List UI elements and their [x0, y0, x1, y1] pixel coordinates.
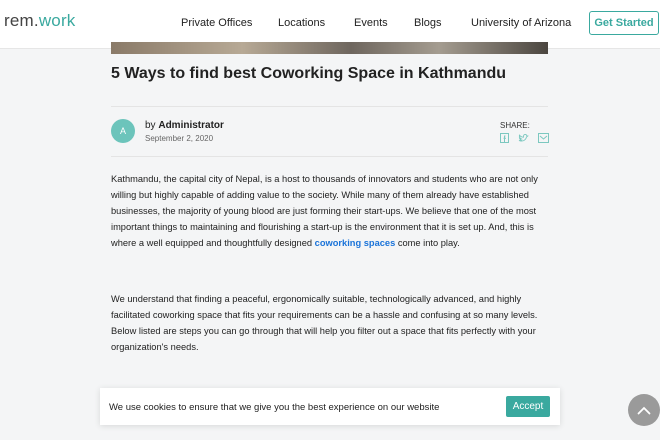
nav-events[interactable]: Events — [354, 17, 388, 29]
chevron-up-icon — [637, 406, 651, 414]
author-avatar: A — [111, 119, 135, 143]
article-title: 5 Ways to find best Coworking Space in K… — [111, 65, 507, 82]
nav-university-of-arizona[interactable]: University of Arizona — [471, 17, 571, 29]
by-label: by — [145, 120, 159, 131]
article-paragraph-2: We understand that finding a peaceful, e… — [111, 294, 538, 352]
get-started-button[interactable]: Get Started — [589, 11, 659, 35]
nav-private-offices[interactable]: Private Offices — [181, 17, 252, 29]
hero-image — [111, 42, 548, 54]
share-label: SHARE: — [500, 121, 530, 130]
paragraph-1-tail: come into play. — [395, 238, 460, 248]
facebook-icon[interactable] — [500, 133, 509, 143]
scroll-to-top-button[interactable] — [628, 394, 660, 426]
divider — [111, 156, 548, 157]
nav-blogs[interactable]: Blogs — [414, 17, 442, 29]
author-name[interactable]: Administrator — [158, 120, 224, 131]
post-date: September 2, 2020 — [145, 134, 214, 143]
accept-cookies-button[interactable]: Accept — [506, 396, 550, 417]
logo[interactable]: rem.work — [4, 11, 76, 31]
article-paragraph-1: Kathmandu, the capital city of Nepal, is… — [111, 171, 551, 251]
coworking-spaces-link[interactable]: coworking spaces — [315, 238, 396, 248]
nav-locations[interactable]: Locations — [278, 17, 325, 29]
logo-suffix: work — [38, 11, 76, 30]
author-line: by Administrator — [145, 120, 224, 131]
twitter-icon[interactable] — [518, 133, 529, 143]
cookie-banner: We use cookies to ensure that we give yo… — [100, 388, 560, 425]
divider — [111, 106, 548, 107]
logo-prefix: rem. — [4, 11, 39, 30]
paragraph-1-text: Kathmandu, the capital city of Nepal, is… — [111, 174, 538, 248]
share-icons — [500, 133, 549, 143]
email-icon[interactable] — [538, 133, 549, 143]
cookie-message: We use cookies to ensure that we give yo… — [109, 402, 440, 413]
